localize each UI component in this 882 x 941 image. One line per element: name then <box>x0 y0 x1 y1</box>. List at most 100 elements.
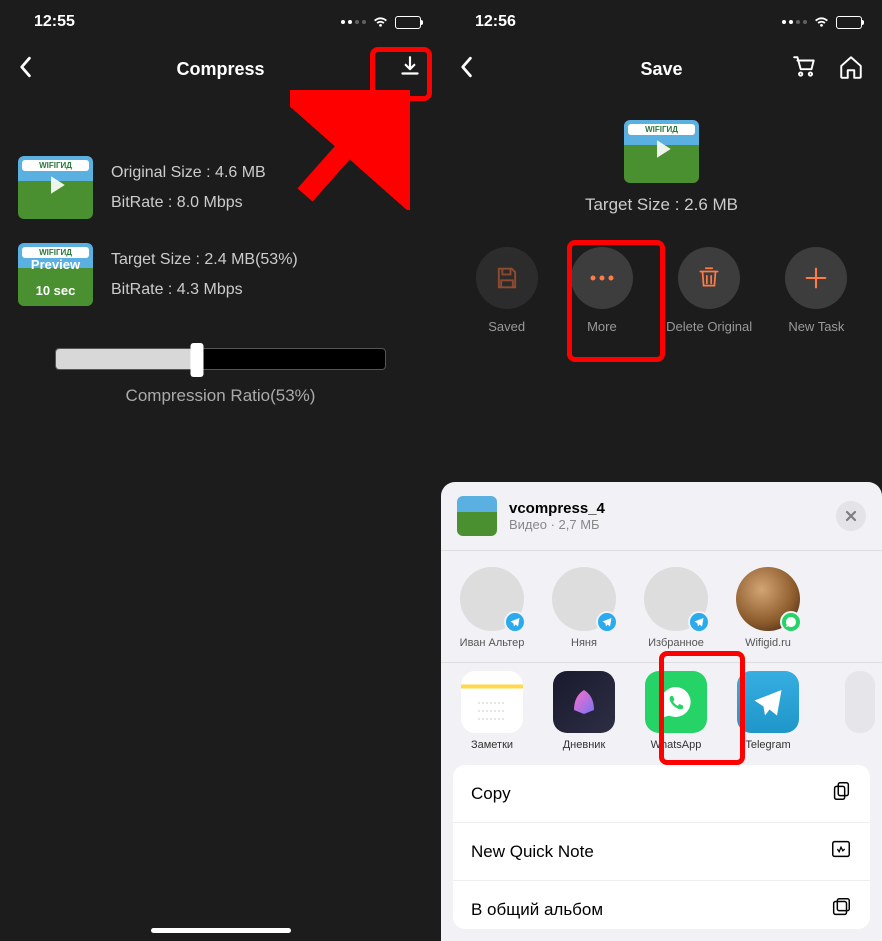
whatsapp-badge-icon <box>780 611 802 633</box>
signal-icon <box>782 20 807 24</box>
copy-label: Copy <box>471 784 511 804</box>
left-screen: 12:55 Compress WIFIГИД Original Size : 4… <box>0 0 441 941</box>
app-name: Дневник <box>563 739 606 751</box>
contact-name: Избранное <box>648 637 704 650</box>
battery-icon <box>836 16 862 29</box>
new-task-label: New Task <box>788 319 844 334</box>
signal-icon <box>341 20 366 24</box>
original-bitrate-label: BitRate : 8.0 Mbps <box>111 194 266 212</box>
contact-name: Иван Альтер <box>460 637 525 650</box>
app-item-whatsapp[interactable]: WhatsApp <box>639 671 713 751</box>
right-screen: 12:56 Save WIFIГИД Target Size : 2.6 MB … <box>441 0 882 941</box>
journal-app-icon <box>553 671 615 733</box>
play-icon <box>41 170 71 205</box>
more-action[interactable]: More <box>571 247 633 334</box>
delete-action[interactable]: Delete Original <box>666 247 752 334</box>
copy-action[interactable]: Copy <box>453 765 870 822</box>
delete-label: Delete Original <box>666 319 752 334</box>
telegram-app-icon <box>737 671 799 733</box>
share-sheet: vcompress_4 Видео · 2,7 МБ Иван Альтер Н… <box>441 482 882 941</box>
status-indicators <box>782 16 862 29</box>
result-thumbnail[interactable]: WIFIГИД <box>624 120 699 183</box>
contact-item[interactable]: Иван Альтер <box>455 567 529 650</box>
original-size-label: Original Size : 4.6 MB <box>111 164 266 182</box>
quick-note-action[interactable]: New Quick Note <box>453 822 870 880</box>
preview-time: 10 sec <box>18 283 93 298</box>
quick-note-label: New Quick Note <box>471 842 594 862</box>
back-button[interactable] <box>18 56 32 83</box>
compression-ratio-label: Compression Ratio(53%) <box>55 386 386 406</box>
app-name: Telegram <box>745 739 790 751</box>
preview-label: Preview <box>18 257 93 272</box>
action-row: Saved More Delete Original New Task <box>441 215 882 334</box>
app-name: WhatsApp <box>651 739 702 751</box>
shared-album-action[interactable]: В общий альбом <box>453 880 870 929</box>
telegram-badge-icon <box>688 611 710 633</box>
wifi-icon <box>372 16 389 28</box>
contact-name: Няня <box>571 637 597 650</box>
home-button[interactable] <box>838 54 864 85</box>
nav-bar: Save <box>441 44 882 94</box>
copy-icon <box>830 780 852 807</box>
contact-name: Wifigid.ru <box>745 637 791 650</box>
contact-item[interactable]: Избранное <box>639 567 713 650</box>
app-name: Заметки <box>471 739 513 751</box>
download-button[interactable] <box>397 54 423 85</box>
more-label: More <box>587 319 617 334</box>
save-icon <box>493 264 521 292</box>
share-header: vcompress_4 Видео · 2,7 МБ <box>441 482 882 550</box>
share-file-meta: Видео · 2,7 МБ <box>509 517 605 532</box>
preview-thumbnail[interactable]: WIFIГИД Preview 10 sec <box>18 243 93 306</box>
play-icon <box>647 134 677 169</box>
wifi-icon <box>813 16 830 28</box>
contact-item[interactable]: Wifigid.ru <box>731 567 805 650</box>
quick-note-icon <box>830 838 852 865</box>
apps-row: Заметки Дневник WhatsApp Telegram <box>441 663 882 765</box>
compression-slider-wrap: Compression Ratio(53%) <box>0 318 441 416</box>
target-size-label: Target Size : 2.4 MB(53%) <box>111 251 298 269</box>
result-preview: WIFIГИД Target Size : 2.6 MB <box>441 94 882 215</box>
app-item-more[interactable] <box>823 671 882 751</box>
share-file-name: vcompress_4 <box>509 500 605 517</box>
close-icon <box>845 510 857 522</box>
cart-button[interactable] <box>792 54 818 85</box>
target-info-row: WIFIГИД Preview 10 sec Target Size : 2.4… <box>0 231 441 318</box>
home-indicator[interactable] <box>151 928 291 933</box>
contact-item[interactable]: Няня <box>547 567 621 650</box>
trash-icon <box>696 264 722 292</box>
nav-bar: Compress <box>0 44 441 94</box>
page-title: Save <box>640 59 682 80</box>
compression-slider[interactable] <box>55 348 386 370</box>
status-indicators <box>341 16 421 29</box>
telegram-badge-icon <box>596 611 618 633</box>
original-thumbnail[interactable]: WIFIГИД <box>18 156 93 219</box>
status-bar: 12:55 <box>0 0 441 44</box>
shared-album-label: В общий альбом <box>471 900 603 920</box>
slider-thumb[interactable] <box>191 343 204 377</box>
saved-action[interactable]: Saved <box>476 247 538 334</box>
app-item-journal[interactable]: Дневник <box>547 671 621 751</box>
contacts-row: Иван Альтер Няня Избранное Wifigid.ru <box>441 551 882 662</box>
thumb-brand: WIFIГИД <box>628 124 695 135</box>
status-time: 12:55 <box>34 13 75 31</box>
telegram-badge-icon <box>504 611 526 633</box>
whatsapp-app-icon <box>645 671 707 733</box>
thumb-brand: WIFIГИД <box>22 160 89 171</box>
app-item-telegram[interactable]: Telegram <box>731 671 805 751</box>
target-size-label: Target Size : 2.6 MB <box>585 195 738 215</box>
notes-app-icon <box>461 671 523 733</box>
status-time: 12:56 <box>475 13 516 31</box>
app-item-notes[interactable]: Заметки <box>455 671 529 751</box>
page-title: Compress <box>176 59 264 80</box>
battery-icon <box>395 16 421 29</box>
share-thumbnail <box>457 496 497 536</box>
target-bitrate-label: BitRate : 4.3 Mbps <box>111 281 298 299</box>
close-button[interactable] <box>836 501 866 531</box>
new-task-action[interactable]: New Task <box>785 247 847 334</box>
plus-icon <box>802 264 830 292</box>
status-bar: 12:56 <box>441 0 882 44</box>
back-button[interactable] <box>459 56 473 83</box>
partial-app-icon <box>845 671 875 733</box>
share-action-list: Copy New Quick Note В общий альбом <box>441 765 882 941</box>
shared-album-icon <box>830 896 852 923</box>
